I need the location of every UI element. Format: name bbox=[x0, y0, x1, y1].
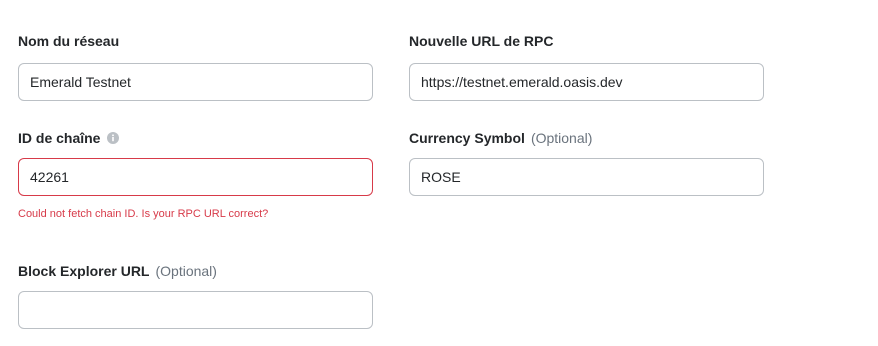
block-explorer-label-text: Block Explorer URL bbox=[18, 263, 150, 279]
network-name-label-text: Nom du réseau bbox=[18, 33, 120, 49]
network-name-label: Nom du réseau bbox=[18, 31, 373, 51]
block-explorer-input[interactable] bbox=[18, 291, 373, 329]
currency-symbol-label-text: Currency Symbol bbox=[409, 130, 525, 146]
chain-id-input[interactable] bbox=[18, 158, 373, 196]
chain-id-error-message: Could not fetch chain ID. Is your RPC UR… bbox=[18, 208, 269, 220]
network-name-field: Nom du réseau bbox=[18, 31, 373, 101]
network-name-input[interactable] bbox=[18, 63, 373, 101]
chain-id-label: ID de chaîne bbox=[18, 128, 373, 148]
rpc-url-input[interactable] bbox=[409, 63, 764, 101]
currency-symbol-label: Currency Symbol (Optional) bbox=[409, 128, 764, 148]
currency-symbol-optional-text: (Optional) bbox=[530, 130, 593, 146]
network-form: Nom du réseau Nouvelle URL de RPC ID de … bbox=[0, 0, 878, 346]
block-explorer-optional-text: (Optional) bbox=[155, 263, 217, 279]
chain-id-label-text: ID de chaîne bbox=[18, 130, 101, 146]
chain-id-field: ID de chaîne Could not fetch chain ID. I… bbox=[18, 128, 373, 228]
rpc-url-label-text: Nouvelle URL de RPC bbox=[409, 33, 554, 49]
block-explorer-field: Block Explorer URL (Optional) bbox=[18, 261, 373, 331]
rpc-url-label: Nouvelle URL de RPC bbox=[409, 31, 764, 51]
rpc-url-field: Nouvelle URL de RPC bbox=[409, 31, 764, 101]
block-explorer-label: Block Explorer URL (Optional) bbox=[18, 261, 373, 281]
currency-symbol-input[interactable] bbox=[409, 158, 764, 196]
info-icon[interactable] bbox=[107, 132, 120, 144]
currency-symbol-field: Currency Symbol (Optional) bbox=[409, 128, 764, 198]
